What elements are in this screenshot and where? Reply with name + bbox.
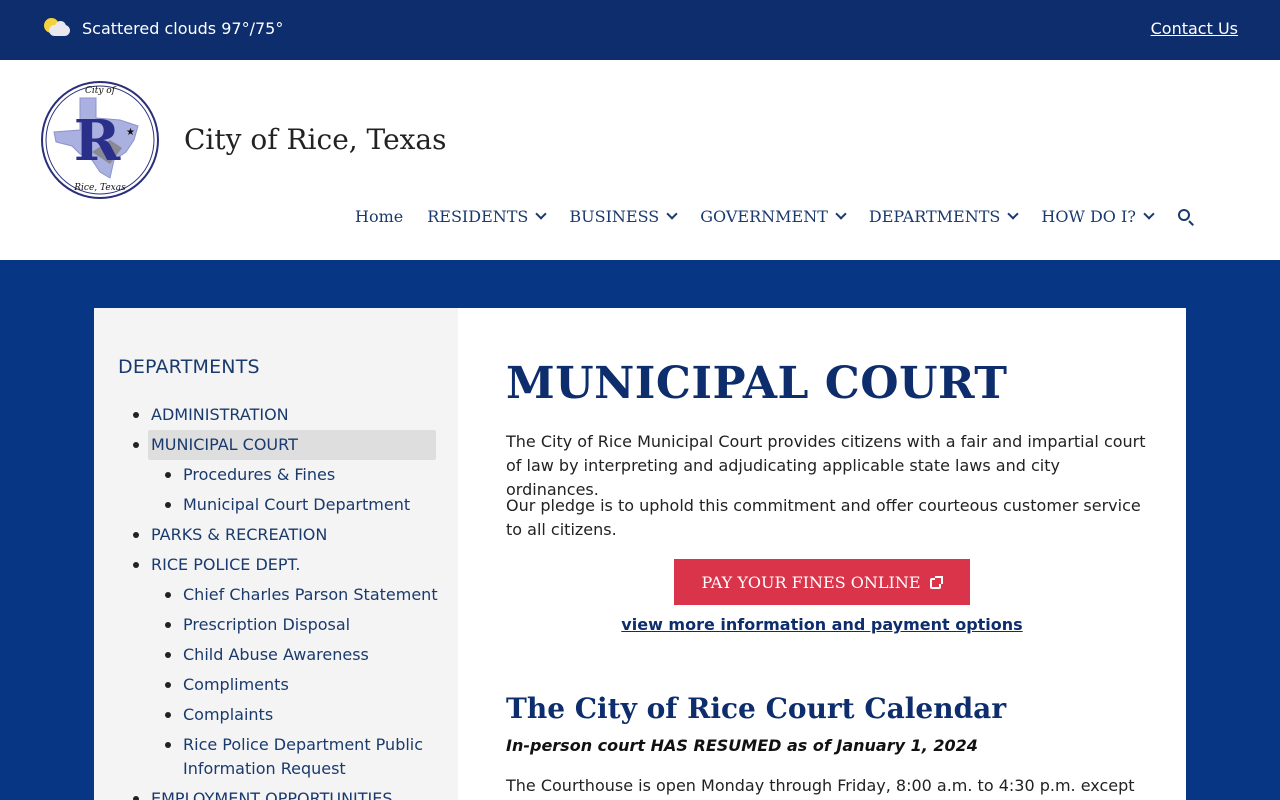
- court-calendar-heading: The City of Rice Court Calendar: [506, 692, 1007, 725]
- weather-widget: Scattered clouds 97°/75°: [44, 16, 283, 40]
- payment-options-link[interactable]: view more information and payment option…: [458, 615, 1186, 634]
- site-header: City of R ★ Rice, Texas City of Rice, Te…: [0, 60, 1280, 260]
- external-link-icon: [929, 575, 943, 589]
- sidebar-item-compliments[interactable]: Compliments: [94, 670, 458, 700]
- search-icon[interactable]: [1177, 208, 1195, 226]
- weather-text: Scattered clouds 97°/75°: [82, 18, 284, 38]
- sidebar-item-chief-statement[interactable]: Chief Charles Parson Statement: [94, 580, 458, 610]
- city-seal-logo[interactable]: City of R ★ Rice, Texas: [40, 80, 160, 200]
- nav-business[interactable]: BUSINESS: [569, 207, 678, 226]
- sidebar-item-procedures-fines[interactable]: Procedures & Fines: [94, 460, 458, 490]
- site-name[interactable]: City of Rice, Texas: [184, 123, 447, 156]
- nav-departments[interactable]: DEPARTMENTS: [869, 207, 1020, 226]
- sidebar-item-complaints[interactable]: Complaints: [94, 700, 458, 730]
- hours-paragraph: The Courthouse is open Monday through Fr…: [506, 776, 1135, 795]
- chevron-down-icon: [1143, 208, 1155, 220]
- nav-home[interactable]: Home: [355, 207, 403, 226]
- sidebar-item-employment-opportunities[interactable]: EMPLOYMENT OPPORTUNITIES: [94, 784, 458, 800]
- sidebar-item-public-information-request[interactable]: Rice Police Department Public Informatio…: [94, 730, 458, 784]
- sidebar-item-child-abuse-awareness[interactable]: Child Abuse Awareness: [94, 640, 458, 670]
- intro-paragraph: The City of Rice Municipal Court provide…: [506, 432, 1146, 499]
- chevron-down-icon: [835, 208, 847, 220]
- seal-bottom-text: Rice, Texas: [73, 183, 126, 193]
- main-nav: Home RESIDENTS BUSINESS GOVERNMENT DEPAR…: [355, 207, 1195, 226]
- sidebar-item-rice-police-dept[interactable]: RICE POLICE DEPT.: [94, 550, 458, 580]
- sidebar-item-prescription-disposal[interactable]: Prescription Disposal: [94, 610, 458, 640]
- pledge-paragraph: Our pledge is to uphold this commitment …: [506, 496, 1141, 539]
- nav-government[interactable]: GOVERNMENT: [700, 207, 847, 226]
- chevron-down-icon: [666, 208, 678, 220]
- main-content: MUNICIPAL COURT The City of Rice Municip…: [458, 308, 1186, 800]
- pay-fines-button[interactable]: PAY YOUR FINES ONLINE: [674, 559, 970, 605]
- contact-us-link[interactable]: Contact Us: [1151, 19, 1238, 38]
- sidebar-title: DEPARTMENTS: [118, 356, 260, 378]
- page-title: MUNICIPAL COURT: [506, 358, 1008, 409]
- seal-letter: R: [74, 108, 121, 174]
- sidebar: DEPARTMENTS ADMINISTRATION MUNICIPAL COU…: [94, 308, 458, 800]
- sidebar-item-municipal-court-department[interactable]: Municipal Court Department: [94, 490, 458, 520]
- sidebar-item-municipal-court[interactable]: MUNICIPAL COURT: [94, 430, 458, 460]
- chevron-down-icon: [1007, 208, 1020, 220]
- nav-residents[interactable]: RESIDENTS: [427, 207, 548, 226]
- resumed-notice: In-person court HAS RESUMED as of Januar…: [506, 736, 978, 755]
- sidebar-item-administration[interactable]: ADMINISTRATION: [94, 400, 458, 430]
- svg-text:★: ★: [126, 127, 135, 138]
- nav-how-do-i[interactable]: HOW DO I?: [1041, 207, 1155, 226]
- seal-top-text: City of: [85, 86, 117, 96]
- sidebar-list: ADMINISTRATION MUNICIPAL COURT Procedure…: [94, 400, 458, 800]
- sidebar-item-parks-recreation[interactable]: PARKS & RECREATION: [94, 520, 458, 550]
- top-bar: Scattered clouds 97°/75° Contact Us: [0, 0, 1280, 60]
- chevron-down-icon: [535, 208, 548, 220]
- pay-fines-label: PAY YOUR FINES ONLINE: [701, 572, 921, 592]
- partly-cloudy-icon: [44, 16, 72, 40]
